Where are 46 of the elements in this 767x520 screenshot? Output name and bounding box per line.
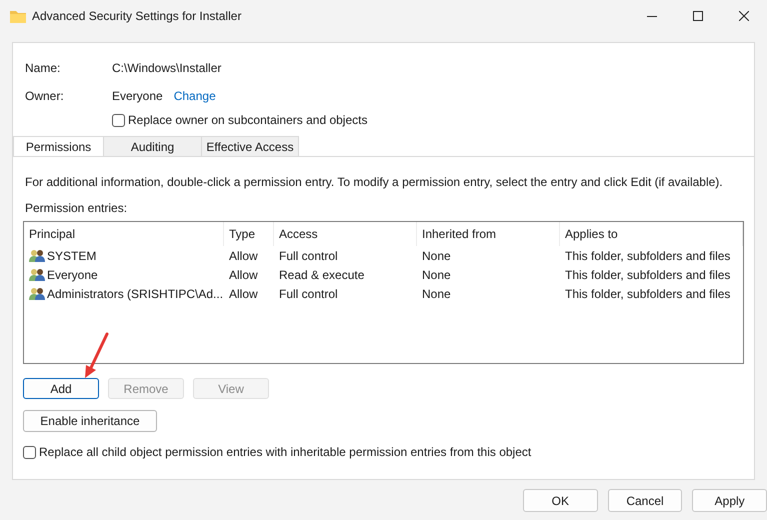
owner-value: Everyone	[112, 88, 163, 105]
checkbox-label: Replace owner on subcontainers and objects	[128, 112, 368, 129]
name-value: C:\Windows\Installer	[112, 60, 222, 77]
change-link[interactable]: Change	[174, 87, 216, 105]
table-cell-text: Read & execute	[279, 266, 364, 284]
table-cell-text: None	[422, 266, 451, 284]
users-icon	[29, 248, 45, 262]
table-cell-text: None	[422, 286, 451, 302]
button[interactable]: OK	[523, 489, 598, 512]
table-cell-text: This folder, subfolders and files	[565, 248, 730, 264]
enable-inheritance-button[interactable]: Enable inheritance	[23, 410, 157, 432]
checkbox[interactable]	[112, 114, 125, 126]
close-icon	[739, 11, 749, 21]
column-header[interactable]: Applies to	[560, 222, 743, 246]
table-cell-text: Allow	[229, 248, 258, 264]
column-header[interactable]: Access	[274, 222, 417, 246]
maximize-icon	[693, 11, 703, 21]
table-cell-text: Allow	[229, 286, 258, 302]
folder-icon	[10, 10, 26, 22]
users-icon	[29, 268, 45, 282]
button[interactable]: Cancel	[608, 489, 682, 512]
principal-name: SYSTEM	[47, 248, 96, 264]
column-header[interactable]: Inherited from	[417, 222, 560, 246]
column-header[interactable]: Type	[224, 222, 274, 246]
table-cell-text: Allow	[229, 266, 258, 284]
principal-name: Administrators (SRISHTIPC\Ad...	[47, 286, 224, 302]
table-cell-text: Full control	[279, 286, 338, 302]
info-text: For additional information, double-click a permission entry. To modify a permission entry, select the entry and click Edit (if available).	[25, 174, 724, 189]
tab[interactable]: Effective Access	[202, 136, 299, 156]
checkbox-label: Replace all child object permission entries with inheritable permission entries from this object	[39, 444, 532, 461]
name-label: Name:	[25, 60, 62, 77]
principal-name: Everyone	[47, 266, 98, 284]
owner-label: Owner:	[25, 88, 65, 105]
users-icon	[29, 286, 45, 300]
button[interactable]: Apply	[692, 489, 767, 512]
tab[interactable]: Auditing	[104, 136, 202, 156]
tab[interactable]: Permissions	[13, 136, 104, 157]
table-cell-text: This folder, subfolders and files	[565, 266, 730, 284]
button[interactable]: Add	[23, 378, 99, 399]
table-cell-text: Full control	[279, 248, 338, 264]
table-cell-text: This folder, subfolders and files	[565, 286, 730, 302]
table-cell-text: None	[422, 248, 451, 264]
window-title: Advanced Security Settings for Installer	[32, 8, 242, 25]
permission-entries-label: Permission entries:	[25, 200, 128, 215]
checkbox[interactable]	[23, 446, 36, 458]
column-header[interactable]: Principal	[24, 222, 224, 246]
